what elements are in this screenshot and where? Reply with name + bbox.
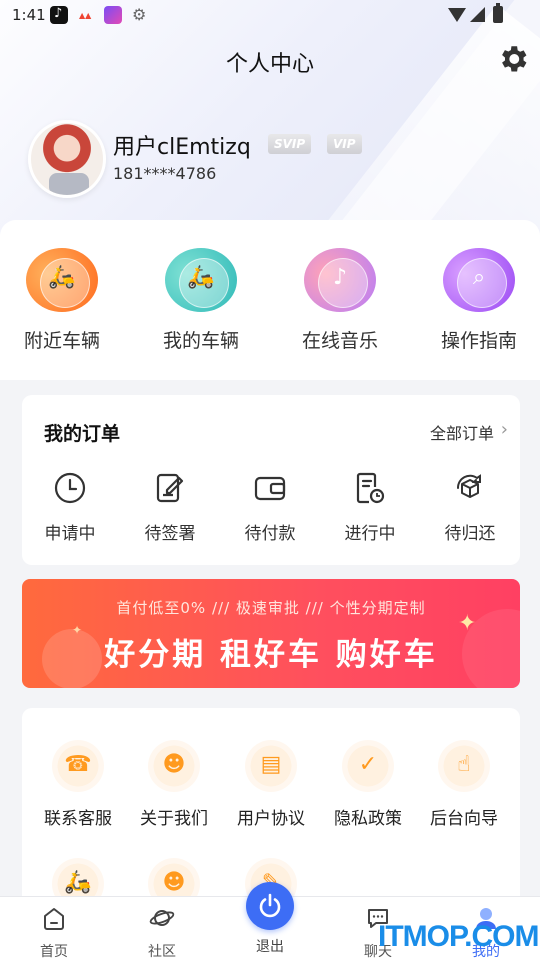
orders-card: 我的订单 全部订单 › 申请中 待签署 待付款 进行中 待归还	[22, 395, 520, 565]
person-icon: ☻	[148, 740, 200, 792]
box-return-icon	[456, 474, 481, 498]
promo-banner[interactable]: 首付低至0% /// 极速审批 /// 个性分期定制 好分期 租好车 购好车 ✦…	[22, 579, 520, 688]
order-status-label: 进行中	[344, 524, 396, 544]
quick-entry-label: 附近车辆	[23, 330, 100, 352]
document-icon: ▤	[245, 740, 297, 792]
customer-service-icon: ☎	[52, 740, 104, 792]
shield-check-icon: ✓	[342, 740, 394, 792]
all-orders-link[interactable]: 全部订单	[430, 420, 494, 444]
sparkle-icon: ✦	[458, 611, 477, 636]
planet-icon	[149, 910, 175, 926]
username: 用户clEmtizq	[113, 135, 251, 160]
service-label: 关于我们	[140, 809, 208, 829]
status-time: 1:41	[12, 6, 46, 24]
quick-entry-my-vehicles[interactable]: 🛵 我的车辆	[151, 248, 251, 353]
order-status-to-pay[interactable]: 待付款	[222, 471, 318, 544]
quick-entry-nearby-vehicles[interactable]: 🛵 附近车辆	[12, 248, 112, 353]
quick-entry-online-music[interactable]: ♪ 在线音乐	[290, 248, 390, 353]
guide-search-icon: ⌕	[443, 248, 515, 312]
app-notification-icon	[78, 6, 96, 24]
document-clock-icon	[356, 472, 385, 504]
music-phone-icon: ♪	[304, 248, 376, 312]
quick-entry-guide[interactable]: ⌕ 操作指南	[429, 248, 529, 353]
battery-icon	[493, 3, 503, 23]
quick-entry-label: 操作指南	[440, 330, 517, 352]
page-title: 个人中心	[225, 52, 314, 77]
service-label: 用户协议	[237, 809, 305, 829]
my-scooter-icon: 🛵	[165, 248, 237, 312]
sparkle-icon: ✦	[72, 623, 83, 637]
service-label: 后台向导	[430, 809, 498, 829]
wallet-icon	[254, 476, 286, 501]
logout-button[interactable]	[246, 882, 294, 930]
service-label: 联系客服	[44, 809, 112, 829]
avatar[interactable]	[28, 120, 106, 198]
service-privacy-policy[interactable]: ✓ 隐私政策	[322, 740, 414, 829]
order-status-label: 待付款	[244, 524, 296, 544]
service-user-agreement[interactable]: ▤ 用户协议	[225, 740, 317, 829]
clock-icon	[54, 472, 86, 504]
order-status-label: 待签署	[144, 524, 196, 544]
banner-title: 好分期 租好车 购好车	[104, 637, 438, 673]
quick-entry-label: 在线音乐	[301, 330, 378, 352]
gear-icon[interactable]	[496, 42, 530, 76]
service-about-us[interactable]: ☻ 关于我们	[128, 740, 220, 829]
sign-document-icon	[156, 473, 184, 503]
order-status-label: 待归还	[444, 524, 496, 544]
watermark-logo: ITMOP.COM	[378, 920, 539, 953]
order-status-to-sign[interactable]: 待签署	[122, 471, 218, 544]
wifi-icon	[448, 8, 466, 22]
power-icon	[259, 893, 281, 918]
nearby-scooter-icon: 🛵	[26, 248, 98, 312]
order-status-applying[interactable]: 申请中	[22, 471, 118, 544]
svip-badge: SVIP	[268, 134, 312, 154]
tab-label: 社区	[148, 944, 176, 960]
service-label: 隐私政策	[334, 809, 402, 829]
order-status-in-progress[interactable]: 进行中	[322, 471, 418, 544]
order-status-to-return[interactable]: 待归还	[422, 471, 518, 544]
quick-entry-label: 我的车辆	[162, 330, 239, 352]
chevron-right-icon[interactable]: ›	[501, 419, 508, 440]
status-bar: 1:41 ⚙	[0, 0, 540, 32]
home-icon	[44, 908, 64, 930]
logout-label: 退出	[256, 939, 284, 955]
banner-subtitle: 首付低至0% /// 极速审批 /// 个性分期定制	[116, 599, 426, 617]
tab-home[interactable]: 首页	[14, 905, 94, 960]
tiktok-notification-icon	[50, 6, 68, 24]
vip-badge: VIP	[327, 134, 362, 154]
order-status-label: 申请中	[44, 524, 96, 544]
tab-label: 首页	[40, 944, 68, 960]
settings-notification-icon: ⚙	[132, 5, 147, 24]
service-admin-guide[interactable]: ☝ 后台向导	[418, 740, 510, 829]
signal-icon	[470, 7, 485, 22]
header-background	[0, 0, 540, 240]
quick-entry-card: 🛵 附近车辆 🛵 我的车辆 ♪ 在线音乐 ⌕ 操作指南	[0, 220, 540, 380]
service-contact-support[interactable]: ☎ 联系客服	[32, 740, 124, 829]
phone-number: 181****4786	[113, 164, 217, 183]
hand-pointer-icon: ☝	[438, 740, 490, 792]
orders-title: 我的订单	[44, 423, 121, 445]
tab-community[interactable]: 社区	[122, 905, 202, 960]
photo-app-notification-icon	[104, 6, 122, 24]
